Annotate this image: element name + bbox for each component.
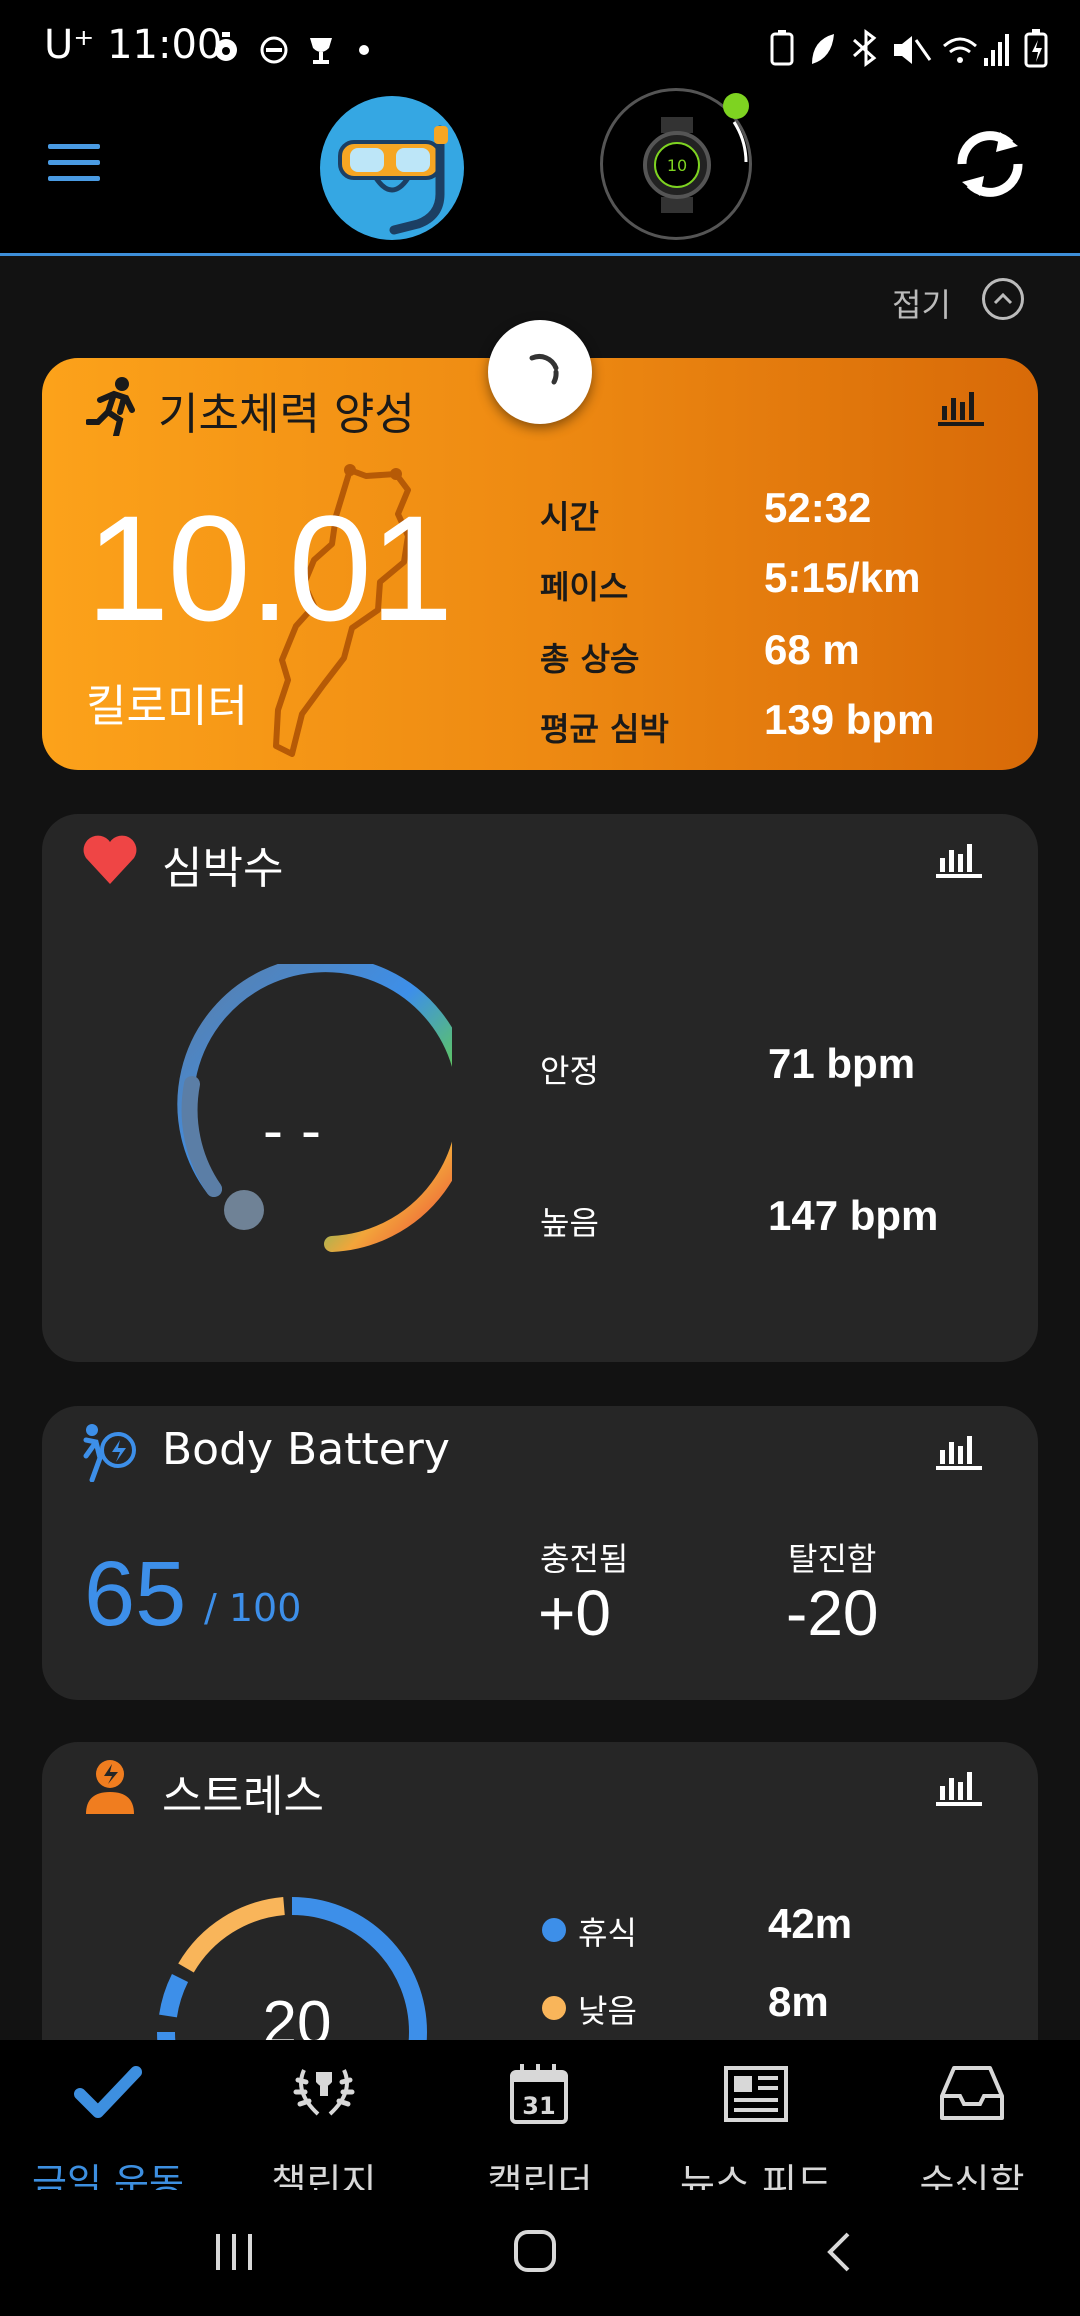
body-battery-value: 65 — [84, 1543, 187, 1645]
heart-icon — [83, 835, 137, 884]
high-hr-value: 147 bpm — [768, 1192, 939, 1239]
body-battery-title: Body Battery — [162, 1424, 450, 1475]
inbox-icon — [940, 2066, 1004, 2120]
heart-rate-current: - - — [262, 1099, 322, 1164]
heart-rate-card[interactable]: 심박수 - - 안정 71 bpm 높음 147 bpm — [42, 814, 1038, 1362]
stress-chart-icon[interactable] — [936, 1766, 982, 1806]
profile-avatar[interactable] — [320, 96, 464, 240]
bottom-navigation: 금일 운동 챌린지 31 캘린더 뉴스 피드 수신함 — [0, 2040, 1080, 2205]
rest-value: 42m — [768, 1900, 853, 1947]
charged-label: 충전됨 — [540, 1540, 629, 1578]
stress-title: 스트레스 — [162, 1771, 324, 1822]
stat-label-pace: 페이스 — [540, 568, 629, 606]
laurel-trophy-icon — [293, 2069, 355, 2116]
calendar-day-number: 31 — [522, 2092, 555, 2120]
heart-rate-title: 심박수 — [162, 843, 284, 894]
drained-label: 탈진함 — [788, 1540, 877, 1578]
low-label: 낮음 — [578, 1992, 637, 2030]
snorkel-mask-icon — [338, 125, 448, 235]
collapse-label[interactable]: 접기 — [892, 280, 951, 326]
charged-value: +0 — [538, 1577, 611, 1649]
stat-label-time: 시간 — [540, 498, 599, 536]
loading-spinner — [488, 320, 592, 424]
home-icon[interactable] — [512, 2228, 560, 2276]
drained-value: -20 — [786, 1577, 879, 1649]
activity-title: 기초체력 양성 — [158, 389, 415, 440]
header-divider — [0, 253, 1080, 256]
chevron-up-icon[interactable] — [982, 278, 1024, 320]
connected-status-dot — [723, 93, 749, 119]
body-battery-max: / 100 — [204, 1586, 302, 1630]
low-legend-dot — [542, 1996, 566, 2020]
spinner-arc-icon — [529, 354, 559, 385]
resting-hr-label: 안정 — [540, 1052, 599, 1090]
activity-chart-icon[interactable] — [938, 386, 984, 426]
heart-rate-chart-icon[interactable] — [936, 838, 982, 878]
app-header: 10 — [0, 88, 1080, 256]
back-icon[interactable] — [822, 2230, 858, 2274]
body-battery-icon — [83, 1424, 136, 1482]
distance-unit: 킬로미터 — [86, 681, 248, 732]
stat-value-avg-hr: 139 bpm — [764, 696, 935, 743]
status-bar: U⁺ 11:00 — [0, 0, 1080, 96]
body-battery-card[interactable]: Body Battery 65 / 100 충전됨 +0 탈진함 -20 — [42, 1406, 1038, 1700]
status-time: U⁺ 11:00 — [44, 22, 223, 68]
rest-label: 휴식 — [578, 1914, 637, 1952]
stat-value-ascent: 68 m — [764, 626, 860, 673]
stat-label-avg-hr: 평균 심박 — [540, 710, 669, 748]
stat-value-pace: 5:15/km — [764, 554, 921, 601]
high-hr-label: 높음 — [540, 1204, 599, 1242]
stress-person-icon — [86, 1760, 134, 1814]
calendar-icon: 31 — [510, 2064, 568, 2124]
rest-legend-dot — [542, 1918, 566, 1942]
device-status[interactable]: 10 — [600, 88, 752, 240]
low-value: 8m — [768, 1978, 829, 2025]
sync-button[interactable] — [950, 124, 1030, 204]
stat-label-ascent: 총 상승 — [540, 640, 640, 678]
body-battery-chart-icon[interactable] — [936, 1430, 982, 1470]
newspaper-icon — [724, 2066, 788, 2122]
status-notification-icons — [215, 32, 369, 64]
checkmark-icon — [74, 2066, 142, 2118]
stat-value-time: 52:32 — [764, 484, 872, 531]
status-system-icons — [770, 29, 1048, 68]
resting-hr-value: 71 bpm — [768, 1040, 916, 1087]
system-navigation-bar — [0, 2190, 1080, 2316]
menu-button[interactable] — [48, 144, 100, 184]
recent-apps-icon[interactable] — [212, 2232, 256, 2272]
distance-value: 10.01 — [86, 484, 453, 652]
running-icon — [86, 377, 135, 436]
